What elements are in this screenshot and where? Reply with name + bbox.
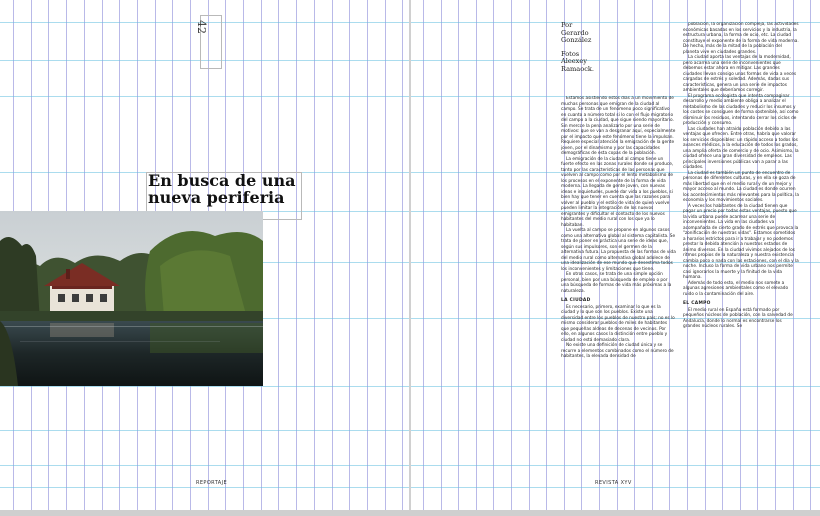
body-paragraph: En otros casos, se trata de una simple o…: [561, 272, 672, 294]
footer-magazine-name: REVISTA XYV: [595, 480, 632, 486]
page-number: 42: [195, 20, 208, 34]
body-paragraph: población, la organización compleja, las…: [683, 22, 799, 55]
body-paragraph: La vuelta al campo se propone en algunos…: [561, 228, 676, 272]
body-paragraph: No existe una definición de ciudad única…: [561, 343, 674, 359]
body-paragraph: Las ciudades han atraído población debid…: [683, 126, 799, 171]
body-paragraph: Estamos asistiendo estos días a un movim…: [561, 96, 676, 156]
column-guide: [367, 0, 368, 510]
pasteboard-edge: [0, 510, 820, 516]
author-last-name: González: [561, 36, 592, 44]
section-heading-city: LA CIUDAD: [561, 298, 591, 303]
baseline-guide: [0, 465, 409, 466]
column-guide: [349, 0, 350, 510]
body-paragraph: El medio rural en España está formado po…: [683, 307, 793, 330]
column-guide: [458, 0, 459, 510]
footer-section-label: REPORTAJE: [196, 480, 228, 486]
baseline-guide: [0, 96, 409, 97]
section-heading-countryside: EL CAMPO: [683, 301, 711, 306]
body-paragraph: El programa ecologista que intenta compa…: [683, 93, 799, 127]
column-guide: [278, 0, 279, 510]
column-guide: [314, 0, 315, 510]
column-guide: [332, 0, 333, 510]
magazine-spread: 42 En busca de una nueva periferia Por G…: [0, 0, 820, 516]
body-paragraph: La ciudad aporta las ventajas de la mode…: [683, 55, 797, 93]
column-guide: [511, 0, 512, 510]
body-paragraph: A veces los habitantes de la ciudad tien…: [683, 203, 799, 281]
column-guide: [296, 0, 297, 510]
column-guide: [385, 0, 386, 510]
body-column-2: población, la organización compleja, las…: [683, 22, 799, 463]
baseline-guide: [0, 487, 409, 488]
column-guide: [423, 0, 424, 510]
column-guide: [493, 0, 494, 510]
column-guide: [529, 0, 530, 510]
column-guide: [546, 0, 547, 510]
photographer-last-name: Ramaock.: [561, 64, 594, 73]
body-column-1: Estamos asistiendo estos días a un movim…: [561, 96, 676, 506]
body-paragraph: Además de todo esto, el medio nos somete…: [683, 280, 789, 297]
article-credits: Por Gerardo González Fotos Aleexey Ramao…: [561, 21, 594, 73]
column-guide: [441, 0, 442, 510]
column-guide: [402, 0, 403, 510]
column-guide: [810, 0, 811, 510]
body-paragraph: La ciudad es también un punto de encuent…: [683, 170, 799, 204]
body-paragraph: La emigración de la ciudad al campo tien…: [561, 156, 674, 228]
lake-house-photo: [0, 211, 263, 386]
column-guide: [476, 0, 477, 510]
baseline-guide: [0, 386, 409, 387]
baseline-guide: [0, 430, 409, 431]
body-paragraph: Es necesario, primero, examinar lo que e…: [561, 304, 675, 343]
article-title: En busca de una nueva periferia: [148, 171, 296, 207]
spread-gutter: [409, 0, 411, 516]
